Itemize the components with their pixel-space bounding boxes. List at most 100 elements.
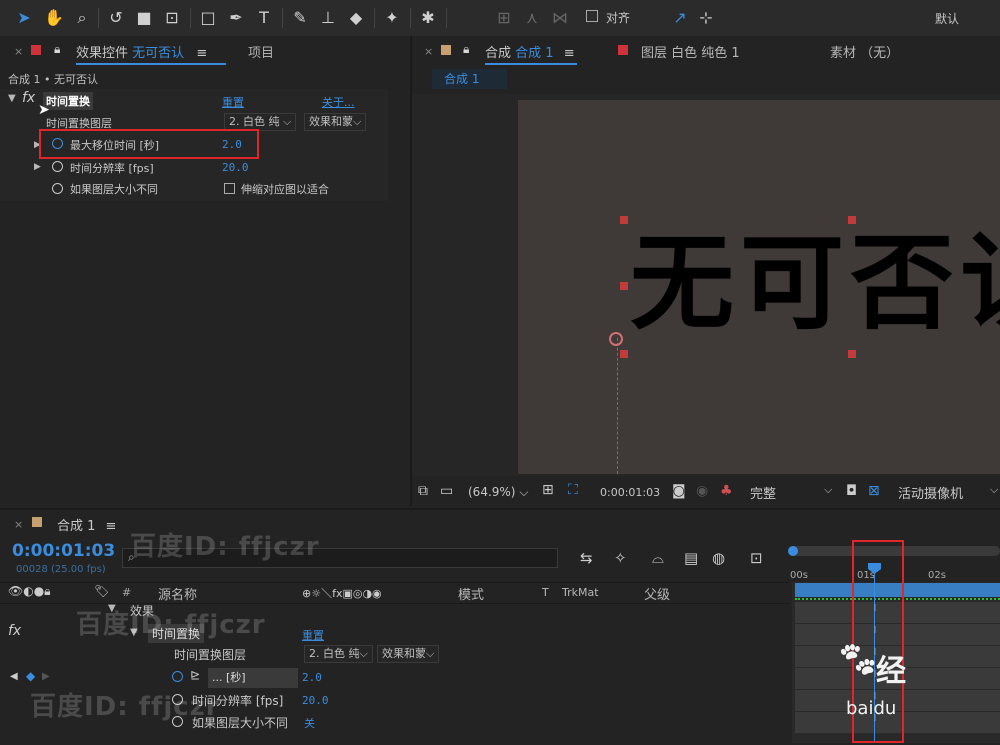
always-preview-icon[interactable]: ⧉ [418, 483, 428, 499]
max-displacement-value[interactable]: 2.0 [302, 671, 322, 684]
selection-handle[interactable] [620, 282, 628, 290]
camera-select[interactable]: 活动摄像机 [898, 483, 963, 502]
selection-handle[interactable] [848, 350, 856, 358]
reset-link[interactable]: 重置 [302, 627, 324, 643]
stopwatch-icon[interactable] [52, 183, 63, 194]
type-tool-icon[interactable]: T [254, 8, 274, 28]
timeline-tab[interactable]: 合成 1 ≡ [57, 515, 116, 534]
stopwatch-icon[interactable] [52, 161, 63, 172]
size-differ-value[interactable]: 关 [304, 715, 315, 731]
close-icon[interactable]: × [14, 517, 23, 531]
source-select[interactable]: 效果和蒙⌵ [304, 113, 367, 131]
selection-handle[interactable] [848, 216, 856, 224]
time-resolution-label: 时间分辨率 [fps] [70, 162, 154, 175]
pen-tool-icon[interactable]: ✒ [226, 8, 246, 28]
axis-local-icon[interactable]: ⊞ [494, 8, 514, 28]
displacement-layer-select[interactable]: 2. 白色 纯⌵ [304, 645, 373, 663]
axis-world-icon[interactable]: ⋏ [522, 8, 542, 28]
stopwatch-icon[interactable] [172, 671, 183, 682]
motion-blur-icon[interactable]: ◍ [712, 549, 725, 567]
column-source-name[interactable]: 源名称 [158, 584, 197, 603]
stretch-checkbox[interactable] [224, 183, 235, 194]
zoom-select[interactable]: (64.9%) ⌵ [468, 485, 528, 500]
rectangle-tool-icon[interactable]: □ [198, 8, 218, 28]
effect-name[interactable]: 时间置换 [43, 92, 93, 110]
comp-canvas[interactable]: 无 可 否 认 [518, 100, 1000, 474]
column-trkmat[interactable]: TrkMat [562, 586, 599, 599]
chevron-down-icon[interactable]: ⌵ [990, 483, 998, 497]
region-of-interest-icon[interactable]: ◘ [846, 483, 857, 499]
draft-3d-icon[interactable]: ✧ [614, 549, 627, 567]
selection-tool-icon[interactable]: ➤ [14, 8, 34, 28]
comp-mini-flowchart-icon[interactable]: ⇆ [580, 549, 593, 567]
viewer-timecode[interactable]: 0:00:01:03 [600, 486, 660, 499]
active-tab-underline [76, 63, 226, 65]
baidu-logo-mark: 经 [876, 654, 906, 689]
column-mode[interactable]: 模式 [458, 584, 484, 603]
roto-brush-tool-icon[interactable]: ✦ [382, 8, 402, 28]
about-link[interactable]: 关于... [322, 94, 355, 110]
graph-icon[interactable]: ⊵ [190, 668, 200, 682]
column-hash[interactable]: # [122, 586, 131, 599]
monitor-icon[interactable]: ▭ [440, 483, 453, 499]
zoom-tool-icon[interactable]: ⌕ [72, 8, 92, 28]
effects-tab[interactable]: 效果控件 无可否认 ≡ [76, 42, 207, 61]
selection-handle[interactable] [620, 216, 628, 224]
lock-icon[interactable]: 🔒︎ [54, 42, 60, 57]
reset-link[interactable]: 重置 [222, 94, 244, 110]
close-icon[interactable]: × [14, 44, 23, 58]
source-select[interactable]: 效果和蒙⌵ [377, 645, 440, 663]
eraser-tool-icon[interactable]: ◆ [346, 8, 366, 28]
time-resolution-value[interactable]: 20.0 [222, 161, 249, 174]
show-snapshot-icon[interactable]: ◉ [696, 483, 708, 499]
snap-icon[interactable]: ↗ [670, 8, 690, 28]
fx-icon[interactable]: fx [8, 623, 21, 639]
time-resolution-value[interactable]: 20.0 [302, 694, 329, 707]
fx-icon[interactable]: fx [22, 90, 35, 106]
twirl-right-icon[interactable]: ▶ [34, 162, 41, 172]
footage-tab[interactable]: 素材 （无） [830, 42, 899, 61]
composition-tab[interactable]: 合成 合成 1 ≡ [485, 42, 575, 61]
puppet-tool-icon[interactable]: ✱ [418, 8, 438, 28]
prev-keyframe-icon[interactable]: ◀ [10, 671, 18, 682]
timeline-timecode[interactable]: 0:00:01:03 [12, 541, 115, 561]
align-checkbox[interactable] [586, 10, 598, 22]
camera-tool-icon[interactable]: ■ [134, 8, 154, 28]
label-icon[interactable]: 🏷︎ [94, 584, 109, 598]
brush-tool-icon[interactable]: ✎ [290, 8, 310, 28]
anchor-point-icon[interactable] [609, 332, 623, 346]
axis-view-icon[interactable]: ⋈ [550, 8, 570, 28]
rotate-tool-icon[interactable]: ↺ [106, 8, 126, 28]
resolution-select[interactable]: 完整 [750, 483, 776, 502]
layer-tab[interactable]: 图层 白色 纯色 1 [641, 42, 740, 61]
grid-icon[interactable]: ⊞ [542, 482, 554, 498]
project-tab[interactable]: 项目 [248, 42, 274, 61]
transparency-grid-icon[interactable]: ⊠ [868, 483, 880, 499]
selection-handle[interactable] [620, 350, 628, 358]
next-keyframe-icon[interactable]: ▶ [42, 671, 50, 682]
clone-stamp-tool-icon[interactable]: ⊥ [318, 8, 338, 28]
column-t[interactable]: T [542, 586, 549, 599]
column-parent[interactable]: 父级 [644, 584, 670, 603]
twirl-down-icon[interactable]: ▼ [8, 93, 16, 104]
frame-blending-icon[interactable]: ▤ [684, 549, 698, 567]
pan-behind-tool-icon[interactable]: ⊡ [162, 8, 182, 28]
av-features-icons[interactable]: 👁︎◐●🔒︎ [8, 584, 51, 599]
work-area-start-handle[interactable] [788, 546, 798, 556]
graph-editor-icon[interactable]: ⊡ [750, 549, 763, 567]
mask-visibility-icon[interactable]: ⛶ [568, 482, 578, 498]
max-displacement-label[interactable]: ... [秒] [208, 668, 298, 688]
chevron-down-icon[interactable]: ⌵ [824, 483, 832, 497]
hand-tool-icon[interactable]: ✋ [44, 8, 64, 28]
keyframe-icon[interactable]: ◆ [26, 669, 35, 683]
snap-options-icon[interactable]: ⊹ [696, 8, 716, 28]
align-label: 对齐 [606, 11, 631, 25]
workspace-label[interactable]: 默认 [935, 10, 959, 27]
flowchart-tab[interactable]: 合成 1 [432, 69, 507, 89]
lock-icon[interactable]: 🔒︎ [463, 42, 469, 57]
snapshot-icon[interactable]: ◙ [672, 483, 686, 499]
close-icon[interactable]: × [424, 44, 433, 58]
channel-icon[interactable]: ♣ [720, 483, 733, 499]
switches-icons[interactable]: ⊕☼＼fx▣◎◑◉ [302, 585, 382, 601]
shy-icon[interactable]: ⌓ [652, 549, 664, 567]
